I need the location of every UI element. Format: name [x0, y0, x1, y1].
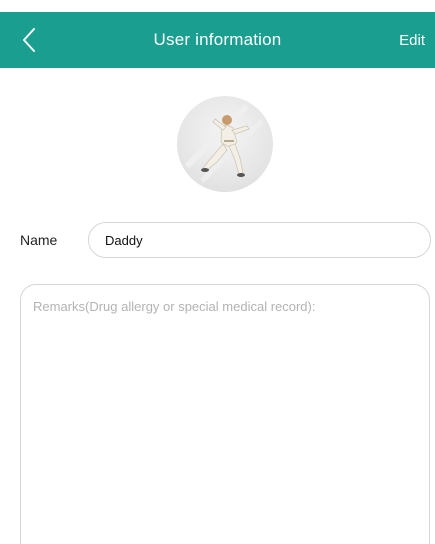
page-title: User information: [153, 30, 282, 49]
name-input[interactable]: [88, 222, 431, 258]
name-row: Name: [0, 222, 435, 258]
avatar[interactable]: [177, 96, 273, 192]
remarks-textarea[interactable]: [20, 284, 430, 544]
header-bar: User information Edit: [0, 12, 435, 68]
avatar-icon: [184, 103, 264, 183]
status-bar: [0, 0, 435, 12]
chevron-left-icon: [22, 27, 36, 53]
edit-button[interactable]: Edit: [399, 12, 425, 68]
user-information-screen: User information Edit Name: [0, 0, 435, 544]
name-label: Name: [20, 232, 58, 248]
back-button[interactable]: [22, 12, 62, 68]
